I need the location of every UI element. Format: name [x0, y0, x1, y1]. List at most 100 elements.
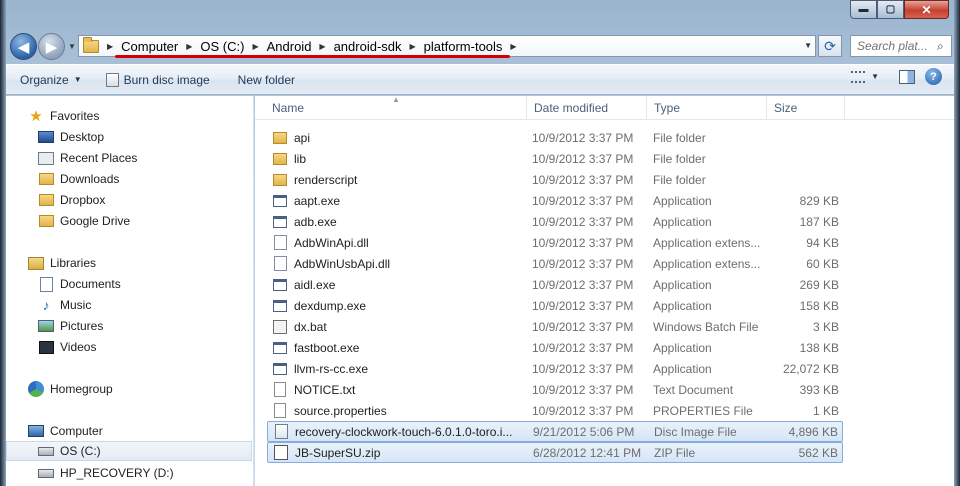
nav-item-videos[interactable]: Videos	[38, 337, 96, 357]
minimize-button[interactable]: ▬	[850, 0, 877, 19]
nav-item-label: Desktop	[60, 130, 105, 144]
file-name-cell: llvm-rs-cc.exe	[272, 361, 522, 377]
address-bar[interactable]: ▶ Computer ▶ OS (C:) ▶ Android ▶ android…	[78, 35, 816, 57]
table-row[interactable]: llvm-rs-cc.exe 10/9/2012 3:37 PM Applicati…	[267, 358, 843, 379]
nav-item-hp-recovery[interactable]: HP_RECOVERY (D:)	[38, 463, 174, 483]
file-name-cell: AdbWinUsbApi.dll	[272, 256, 522, 271]
documents-icon	[39, 276, 53, 292]
table-row[interactable]: AdbWinUsbApi.dll 10/9/2012 3:37 PM Applica…	[267, 253, 843, 274]
file-name-cell: fastboot.exe	[272, 340, 522, 356]
breadcrumb-os-c[interactable]: OS (C:)	[200, 39, 244, 54]
views-icon[interactable]	[851, 70, 866, 83]
chevron-right-icon[interactable]: ▶	[107, 42, 113, 51]
chevron-down-icon[interactable]: ▼	[871, 72, 879, 81]
nav-item-desktop[interactable]: Desktop	[38, 127, 104, 147]
table-row[interactable]: AdbWinApi.dll 10/9/2012 3:37 PM Applicatio…	[267, 232, 843, 253]
chevron-right-icon[interactable]: ▶	[186, 42, 192, 51]
column-type[interactable]: Type	[647, 96, 767, 120]
refresh-button[interactable]: ⟳	[818, 35, 842, 57]
file-name: dexdump.exe	[294, 298, 367, 313]
file-type: Disc Image File	[654, 424, 737, 439]
breadcrumb-android-sdk[interactable]: android-sdk	[334, 39, 402, 54]
preview-pane-icon[interactable]	[899, 69, 915, 84]
breadcrumb-android[interactable]: Android	[267, 39, 312, 54]
file-name: AdbWinApi.dll	[294, 235, 369, 250]
chevron-right-icon[interactable]: ▶	[510, 42, 516, 51]
nav-item-label: Downloads	[60, 172, 120, 186]
organize-button[interactable]: Organize ▼	[12, 68, 90, 92]
table-row[interactable]: adb.exe 10/9/2012 3:37 PM Application 187 K…	[267, 211, 843, 232]
close-button[interactable]: ✕	[904, 0, 949, 19]
chevron-right-icon[interactable]: ▶	[319, 42, 325, 51]
nav-item-documents[interactable]: Documents	[38, 274, 121, 294]
search-icon[interactable]: ⌕	[937, 39, 944, 54]
recent-pages-dropdown[interactable]: ▼	[68, 42, 76, 51]
new-folder-button[interactable]: New folder	[230, 68, 303, 92]
file-type: Application	[653, 277, 712, 292]
column-name-label: Name	[272, 101, 305, 115]
google-drive-folder-icon	[38, 215, 54, 227]
nav-item-pictures[interactable]: Pictures	[38, 316, 103, 336]
file-name-cell: adb.exe	[272, 214, 522, 230]
file-name: renderscript	[294, 172, 358, 187]
nav-item-label: HP_RECOVERY (D:)	[60, 466, 174, 480]
nav-computer[interactable]: Computer	[28, 421, 103, 441]
help-icon[interactable]: ?	[925, 68, 942, 85]
batch-file-icon	[273, 319, 287, 334]
music-icon: ♪	[42, 297, 50, 313]
file-date: 10/9/2012 3:37 PM	[532, 403, 634, 418]
recent-places-icon	[38, 151, 54, 165]
toolbar-right: ▼ ?	[851, 68, 942, 85]
file-type: Application	[653, 340, 712, 355]
application-icon	[273, 194, 287, 207]
table-row[interactable]: NOTICE.txt 10/9/2012 3:37 PM Text Document…	[267, 379, 843, 400]
table-row[interactable]: aapt.exe 10/9/2012 3:37 PM Application 829 …	[267, 190, 843, 211]
column-date-modified[interactable]: Date modified	[527, 96, 647, 120]
pictures-icon	[38, 320, 54, 332]
table-row[interactable]: JB-SuperSU.zip 6/28/2012 12:41 PM ZIP File…	[267, 442, 843, 463]
breadcrumb-computer[interactable]: Computer	[121, 39, 178, 54]
column-size-label: Size	[774, 101, 798, 115]
chevron-right-icon[interactable]: ▶	[410, 42, 416, 51]
table-row[interactable]: dexdump.exe 10/9/2012 3:37 PM Application 1…	[267, 295, 843, 316]
back-button[interactable]: ◀	[10, 33, 37, 60]
table-row[interactable]: dx.bat 10/9/2012 3:37 PM Windows Batch Fil…	[267, 316, 843, 337]
table-row[interactable]: renderscript 10/9/2012 3:37 PM File folder	[267, 169, 843, 190]
search-box[interactable]: ⌕	[850, 35, 952, 57]
nav-item-google-drive[interactable]: Google Drive	[38, 211, 130, 231]
nav-item-downloads[interactable]: Downloads	[38, 169, 119, 189]
file-name-cell: aidl.exe	[272, 277, 522, 293]
application-icon	[273, 278, 287, 291]
nav-homegroup[interactable]: Homegroup	[28, 379, 113, 399]
chevron-down-icon[interactable]: ▼	[804, 41, 812, 50]
nav-item-music[interactable]: ♪ Music	[38, 295, 92, 315]
burn-disc-image-button[interactable]: Burn disc image	[98, 68, 218, 92]
file-type: Text Document	[653, 382, 734, 397]
table-row[interactable]: source.properties 10/9/2012 3:37 PM PROPER…	[267, 400, 843, 421]
nav-item-dropbox[interactable]: Dropbox	[38, 190, 105, 210]
forward-button[interactable]: ▶	[38, 33, 65, 60]
nav-favorites[interactable]: ★ Favorites	[28, 106, 99, 126]
chevron-right-icon[interactable]: ▶	[252, 42, 258, 51]
file-type: Application extens...	[653, 235, 761, 250]
table-row[interactable]: api 10/9/2012 3:37 PM File folder	[267, 127, 843, 148]
table-row[interactable]: recovery-clockwork-touch-6.0.1.0-toro.i.…	[267, 421, 843, 442]
column-size[interactable]: Size	[767, 96, 845, 120]
column-name[interactable]: Name	[265, 96, 527, 120]
breadcrumb-platform-tools[interactable]: platform-tools	[424, 39, 503, 54]
maximize-button[interactable]: ▢	[877, 0, 904, 19]
table-row[interactable]: lib 10/9/2012 3:37 PM File folder	[267, 148, 843, 169]
file-name: dx.bat	[294, 319, 327, 334]
file-type: Application	[653, 298, 712, 313]
table-row[interactable]: fastboot.exe 10/9/2012 3:37 PM Application…	[267, 337, 843, 358]
refresh-icon: ⟳	[824, 37, 836, 54]
nav-libraries[interactable]: Libraries	[28, 253, 96, 273]
nav-item-os-c[interactable]: OS (C:)	[6, 441, 252, 461]
nav-item-recent-places[interactable]: Recent Places	[38, 148, 137, 168]
dll-icon	[274, 235, 287, 250]
navigation-pane: ★ Favorites Desktop Recent Places Downloa…	[6, 96, 254, 486]
table-row[interactable]: aidl.exe 10/9/2012 3:37 PM Application 269 …	[267, 274, 843, 295]
file-type: Application extens...	[653, 256, 761, 271]
nav-computer-label: Computer	[50, 424, 103, 438]
search-input[interactable]	[857, 39, 935, 53]
